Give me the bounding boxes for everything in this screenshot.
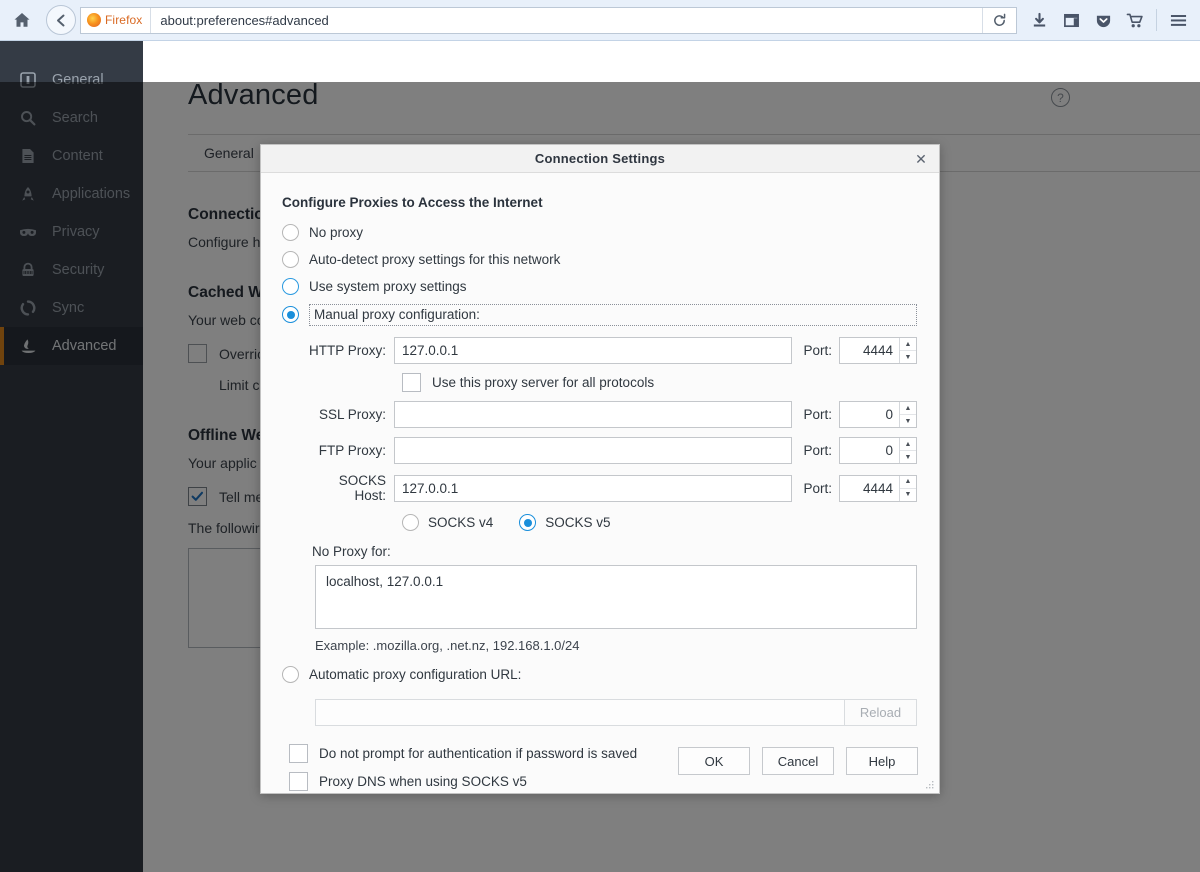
spin-down-icon[interactable]: ▼	[900, 351, 916, 363]
reload-icon[interactable]	[982, 8, 1016, 33]
all-protocols-label: Use this proxy server for all protocols	[432, 375, 654, 390]
ftp-port-label: Port:	[792, 443, 839, 458]
http-port-value[interactable]: 4444	[840, 338, 899, 363]
radio-socks-v5[interactable]: SOCKS v5	[519, 514, 610, 531]
radio-manual-proxy[interactable]: Manual proxy configuration:	[282, 301, 917, 328]
no-proxy-label: No Proxy for:	[282, 544, 917, 559]
ssl-proxy-label: SSL Proxy:	[304, 407, 394, 422]
sidebar-icon[interactable]	[1055, 4, 1087, 36]
radio-system-proxy[interactable]: Use system proxy settings	[282, 273, 917, 300]
radio-auto-detect-control[interactable]	[282, 251, 299, 268]
resize-grip[interactable]	[925, 780, 935, 790]
radio-auto-detect-label: Auto-detect proxy settings for this netw…	[309, 252, 560, 267]
radio-system-proxy-label: Use system proxy settings	[309, 279, 467, 294]
ftp-proxy-row: FTP Proxy: Port: 0 ▲▼	[282, 437, 917, 464]
ftp-proxy-label: FTP Proxy:	[304, 443, 394, 458]
toolbar-divider	[1156, 9, 1157, 31]
socks-host-label: SOCKS Host:	[304, 473, 394, 503]
radio-system-proxy-control[interactable]	[282, 278, 299, 295]
home-icon[interactable]	[6, 4, 38, 36]
dialog-footer: OK Cancel Help	[678, 747, 918, 775]
http-port-label: Port:	[792, 343, 839, 358]
spin-down-icon[interactable]: ▼	[900, 451, 916, 463]
radio-socks-v4-control[interactable]	[402, 514, 419, 531]
socks-host-input[interactable]: 127.0.0.1	[394, 475, 792, 502]
spin-down-icon[interactable]: ▼	[900, 415, 916, 427]
socks-port-arrows[interactable]: ▲▼	[899, 476, 916, 501]
cancel-button[interactable]: Cancel	[762, 747, 834, 775]
socks-port-value[interactable]: 4444	[840, 476, 899, 501]
download-icon[interactable]	[1023, 4, 1055, 36]
cart-icon[interactable]	[1119, 4, 1151, 36]
http-proxy-row: HTTP Proxy: 127.0.0.1 Port: 4444 ▲▼	[282, 337, 917, 364]
firefox-logo-icon	[87, 13, 101, 27]
radio-auto-detect[interactable]: Auto-detect proxy settings for this netw…	[282, 246, 917, 273]
dialog-body: Configure Proxies to Access the Internet…	[261, 173, 939, 793]
socks-port-label: Port:	[792, 481, 839, 496]
socks-port-stepper[interactable]: 4444 ▲▼	[839, 475, 917, 502]
ssl-port-arrows[interactable]: ▲▼	[899, 402, 916, 427]
radio-auto-config[interactable]: Automatic proxy configuration URL:	[282, 661, 917, 688]
help-button[interactable]: Help	[846, 747, 918, 775]
ssl-port-value[interactable]: 0	[840, 402, 899, 427]
no-auth-prompt-checkbox[interactable]	[289, 744, 308, 763]
spin-up-icon[interactable]: ▲	[900, 476, 916, 489]
browser-toolbar: Firefox about:preferences#advanced	[0, 0, 1200, 41]
no-proxy-textarea[interactable]: localhost, 127.0.0.1	[315, 565, 917, 629]
toolbar-icons	[1023, 4, 1200, 36]
pocket-icon[interactable]	[1087, 4, 1119, 36]
socks-version-row: SOCKS v4 SOCKS v5	[282, 514, 917, 531]
ok-button[interactable]: OK	[678, 747, 750, 775]
radio-auto-config-label: Automatic proxy configuration URL:	[309, 667, 521, 682]
all-protocols-row[interactable]: Use this proxy server for all protocols	[282, 373, 917, 392]
no-proxy-example: Example: .mozilla.org, .net.nz, 192.168.…	[315, 638, 917, 653]
ftp-port-value[interactable]: 0	[840, 438, 899, 463]
http-port-stepper[interactable]: 4444 ▲▼	[839, 337, 917, 364]
hamburger-menu-icon[interactable]	[1162, 4, 1194, 36]
spin-up-icon[interactable]: ▲	[900, 338, 916, 351]
socks-host-row: SOCKS Host: 127.0.0.1 Port: 4444 ▲▼	[282, 473, 917, 503]
ssl-port-label: Port:	[792, 407, 839, 422]
no-auth-prompt-label: Do not prompt for authentication if pass…	[319, 746, 637, 761]
reload-pac-button[interactable]: Reload	[845, 699, 917, 726]
auto-config-url-row: Reload	[315, 699, 917, 726]
url-bar[interactable]: Firefox about:preferences#advanced	[80, 7, 1017, 34]
ftp-port-stepper[interactable]: 0 ▲▼	[839, 437, 917, 464]
auto-config-url-input[interactable]	[315, 699, 845, 726]
ssl-proxy-row: SSL Proxy: Port: 0 ▲▼	[282, 401, 917, 428]
all-protocols-checkbox[interactable]	[402, 373, 421, 392]
spin-down-icon[interactable]: ▼	[900, 489, 916, 501]
radio-socks-v4[interactable]: SOCKS v4	[402, 514, 493, 531]
identity-box[interactable]: Firefox	[81, 8, 151, 33]
proxy-dns-label: Proxy DNS when using SOCKS v5	[319, 774, 527, 789]
proxy-dns-checkbox[interactable]	[289, 772, 308, 791]
radio-socks-v5-label: SOCKS v5	[545, 515, 610, 530]
dialog-titlebar: Connection Settings ✕	[261, 145, 939, 173]
radio-manual-proxy-control[interactable]	[282, 306, 299, 323]
ssl-port-stepper[interactable]: 0 ▲▼	[839, 401, 917, 428]
radio-socks-v4-label: SOCKS v4	[428, 515, 493, 530]
radio-no-proxy-control[interactable]	[282, 224, 299, 241]
http-proxy-label: HTTP Proxy:	[304, 343, 394, 358]
ssl-proxy-input[interactable]	[394, 401, 792, 428]
radio-auto-config-control[interactable]	[282, 666, 299, 683]
back-button[interactable]	[46, 5, 76, 35]
connection-settings-dialog: Connection Settings ✕ Configure Proxies …	[260, 144, 940, 794]
spin-up-icon[interactable]: ▲	[900, 402, 916, 415]
ftp-proxy-input[interactable]	[394, 437, 792, 464]
http-proxy-input[interactable]: 127.0.0.1	[394, 337, 792, 364]
close-icon[interactable]: ✕	[911, 149, 931, 169]
ftp-port-arrows[interactable]: ▲▼	[899, 438, 916, 463]
proxy-group-heading: Configure Proxies to Access the Internet	[282, 195, 917, 210]
radio-no-proxy[interactable]: No proxy	[282, 219, 917, 246]
identity-label: Firefox	[105, 13, 142, 27]
spin-up-icon[interactable]: ▲	[900, 438, 916, 451]
http-port-arrows[interactable]: ▲▼	[899, 338, 916, 363]
radio-no-proxy-label: No proxy	[309, 225, 363, 240]
radio-manual-proxy-label: Manual proxy configuration:	[309, 304, 917, 326]
radio-socks-v5-control[interactable]	[519, 514, 536, 531]
dialog-title: Connection Settings	[261, 151, 939, 166]
url-text[interactable]: about:preferences#advanced	[151, 13, 328, 28]
